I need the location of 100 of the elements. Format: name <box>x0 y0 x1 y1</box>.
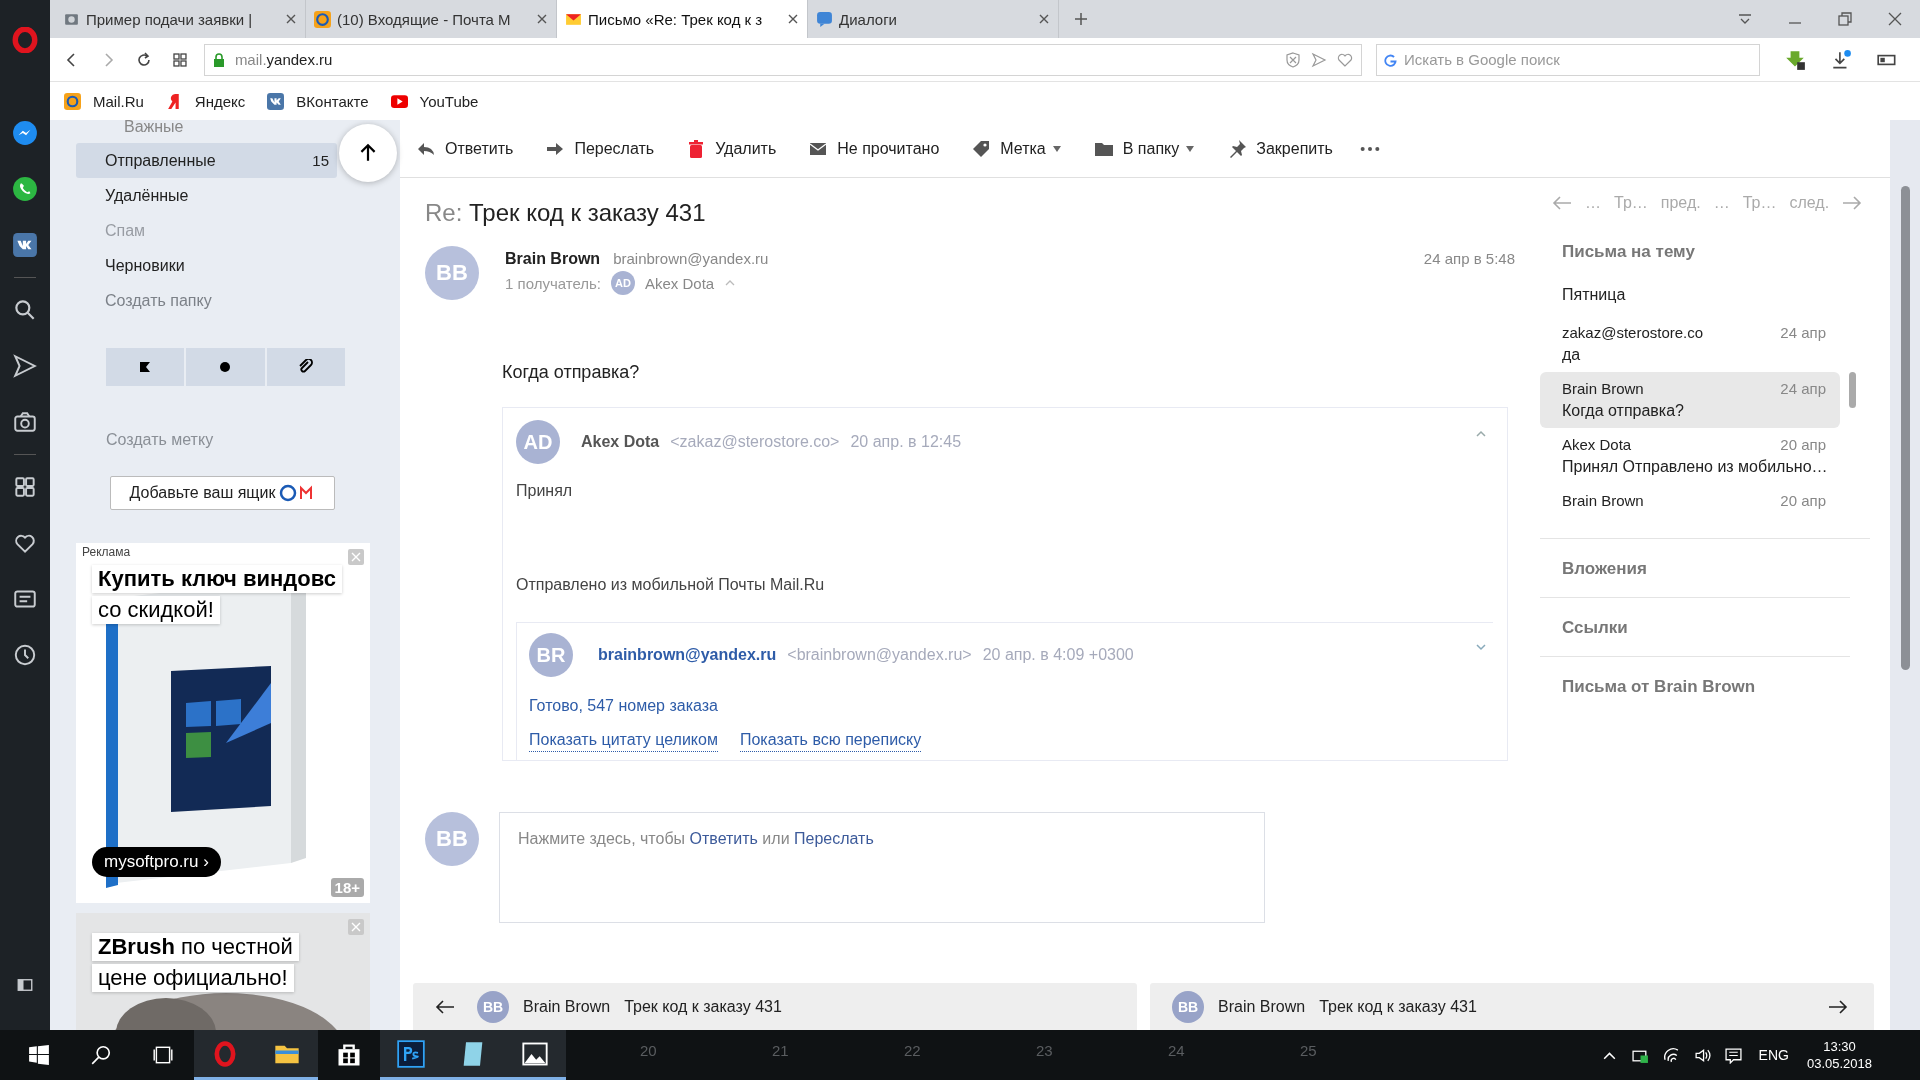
forward-button[interactable]: Переслать <box>543 138 657 159</box>
folder-item[interactable]: Отправленные 15 <box>76 143 337 178</box>
thread-sender: zakaz@sterostore.co <box>1562 324 1704 341</box>
quote-text: Отправлено из мобильной Почты Mail.Ru <box>516 576 826 594</box>
avatar: BB <box>425 246 479 300</box>
tab-title: Письмо «Re: Трек код к з <box>588 10 764 28</box>
thread-date: 24 апр <box>1780 380 1826 397</box>
delete-button[interactable]: Удалить <box>684 138 779 159</box>
quote-link[interactable]: Показать всю переписку <box>739 731 922 752</box>
reply-link[interactable]: Ответить <box>689 830 758 847</box>
previous-message-card[interactable]: BB Brain Brown Трек код к заказу 431 <box>413 983 1137 1030</box>
background-window-text: 24 <box>1168 1042 1185 1059</box>
thread-sender: Brain Brown <box>1562 492 1644 509</box>
recipient-name[interactable]: Akex Dota <box>645 274 715 292</box>
folder-name: Спам <box>105 221 147 240</box>
bookmark-link[interactable]: Яндекс <box>165 92 246 110</box>
avatar: BR <box>529 633 573 677</box>
thread-snippet: Принял Отправлено из мобильно… <box>1562 458 1826 476</box>
clock[interactable]: 13:30 03.05.2018 <box>1806 1039 1872 1071</box>
ad-label: Реклама <box>82 545 131 559</box>
bookmark-link[interactable]: Mail.Ru <box>64 92 144 110</box>
quick-reply-field[interactable]: Нажмите здесь, чтобы Ответить или Переслать <box>499 812 1265 923</box>
quote-link[interactable]: Показать цитату целиком <box>529 731 718 752</box>
ad-link[interactable]: mysoftpro.ru › <box>92 847 221 877</box>
background-window-text: 20 <box>640 1042 657 1059</box>
ad-headline: со скидкой! <box>92 596 220 624</box>
sender-name: Brain Brown <box>523 997 611 1016</box>
thread-date: 24 апр <box>1780 324 1826 341</box>
quote-sender-name: Akex Dota <box>581 433 660 451</box>
panel-section-heading[interactable]: Вложения <box>1540 539 1850 598</box>
thread-item[interactable]: zakaz@sterostore.co 24 апр да <box>1540 316 1840 372</box>
sender-name: Brain Brown <box>1218 997 1306 1016</box>
quote-text: Принял <box>516 482 574 500</box>
panel-section-heading[interactable]: Ссылки <box>1540 598 1850 657</box>
message-subject: Трек код к заказу 431 <box>1319 997 1477 1016</box>
message-body: Когда отправка? <box>502 362 641 383</box>
quote-sender-email: <zakaz@sterostore.co> <box>670 433 840 451</box>
background-window-text: 25 <box>1300 1042 1317 1059</box>
url-text: mail.yandex.ru <box>234 51 333 68</box>
ad-banner[interactable]: ZBrush по честной цене официально! <box>76 913 370 1030</box>
reply-button[interactable]: Ответить <box>414 138 516 159</box>
thread-snippet: Когда отправка? <box>1562 402 1685 420</box>
forward-link[interactable]: Переслать <box>794 830 874 847</box>
label-button[interactable]: Метка <box>969 138 1064 159</box>
folder-name: Удалённые <box>105 186 190 205</box>
folder-count: 15 <box>312 152 329 169</box>
language-indicator[interactable]: ENG <box>1758 1047 1789 1063</box>
reply-prompt: Нажмите здесь, чтобы Ответить или Переслать <box>518 830 874 847</box>
unread-button[interactable]: Не прочитано <box>806 138 942 159</box>
thread-item[interactable]: Akex Dota 20 апр Принял Отправлено из мобильно… <box>1540 428 1840 484</box>
sender-email[interactable]: brainbrown@yandex.ru <box>613 250 769 267</box>
avatar: AD <box>516 420 560 464</box>
add-mailbox-button[interactable]: Добавьте ваш ящик <box>110 476 335 510</box>
folder-name: Черновики <box>105 256 186 275</box>
avatar: AD <box>611 271 635 295</box>
message-date: 24 апр в 5:48 <box>1423 250 1515 267</box>
ad-headline: Купить ключ виндовс <box>92 565 342 593</box>
avatar: BB <box>477 990 509 1023</box>
panel-section-heading[interactable]: Письма от Brain Brown <box>1540 657 1850 715</box>
next-message-card[interactable]: BB Brain Brown Трек код к заказу 431 <box>1150 983 1874 1030</box>
background-window-text: 23 <box>1036 1042 1053 1059</box>
tab-title: Диалоги <box>839 10 898 28</box>
recipients-label: 1 получатель: <box>505 274 601 292</box>
quote-sender-name[interactable]: brainbrown@yandex.ru <box>598 646 777 664</box>
quote-text: Готово, 547 номер заказа <box>529 697 719 715</box>
background-window-text: 21 <box>772 1042 789 1059</box>
folder-name: Создать папку <box>105 291 213 310</box>
folder-button[interactable]: В папку <box>1091 138 1198 159</box>
folder-item[interactable]: Удалённые <box>76 178 337 213</box>
thread-sender: Brain Brown <box>1562 380 1644 397</box>
avatar: BB <box>425 812 479 866</box>
quote-sender-email: <brainbrown@yandex.ru> <box>787 646 972 664</box>
thread-item[interactable]: Brain Brown 24 апр Когда отправка? <box>1540 372 1840 428</box>
thread-sender: Akex Dota <box>1562 436 1632 453</box>
thread-date: 20 апр <box>1780 492 1826 509</box>
prev-ellipsis: … <box>1585 194 1601 212</box>
search-field[interactable]: Искать в Google поиск <box>1376 43 1761 76</box>
avatar: BB <box>1172 990 1204 1023</box>
group-heading: Пятница <box>1561 286 1627 304</box>
panel-heading: Письма на тему <box>1562 242 1696 262</box>
thread-date: 20 апр <box>1780 436 1826 453</box>
quote-date: 20 апр. в 12:45 <box>850 433 962 451</box>
thread-snippet: да <box>1562 346 1582 364</box>
age-rating: 18+ <box>330 878 364 897</box>
thread-item[interactable]: Brain Brown 20 апр <box>1540 484 1840 517</box>
next-ellipsis: … <box>1713 194 1730 212</box>
folder-name: Отправленные <box>105 151 217 170</box>
bookmark-link[interactable]: ВКонтакте <box>267 92 369 110</box>
address-field[interactable]: mail.yandex.ru <box>203 43 1363 76</box>
quote-date: 20 апр. в 4:09 +0300 <box>982 646 1134 664</box>
browser-tab[interactable]: Письмо «Re: Трек код к з <box>557 0 808 38</box>
tab-title: (10) Входящие - Почта М <box>337 10 512 28</box>
bookmark-link[interactable]: YouTube <box>390 92 479 110</box>
ad-headline: цене официально! <box>92 964 294 992</box>
tab-title: Пример подачи заявки | <box>86 10 254 28</box>
sender-name[interactable]: Brain Brown <box>505 250 601 268</box>
folder-item[interactable]: Черновики <box>76 248 337 283</box>
message-subject: Трек код к заказу 431 <box>624 997 782 1016</box>
ad-headline: ZBrush по честной <box>92 933 299 961</box>
pin-button[interactable]: Закрепить <box>1225 138 1335 159</box>
